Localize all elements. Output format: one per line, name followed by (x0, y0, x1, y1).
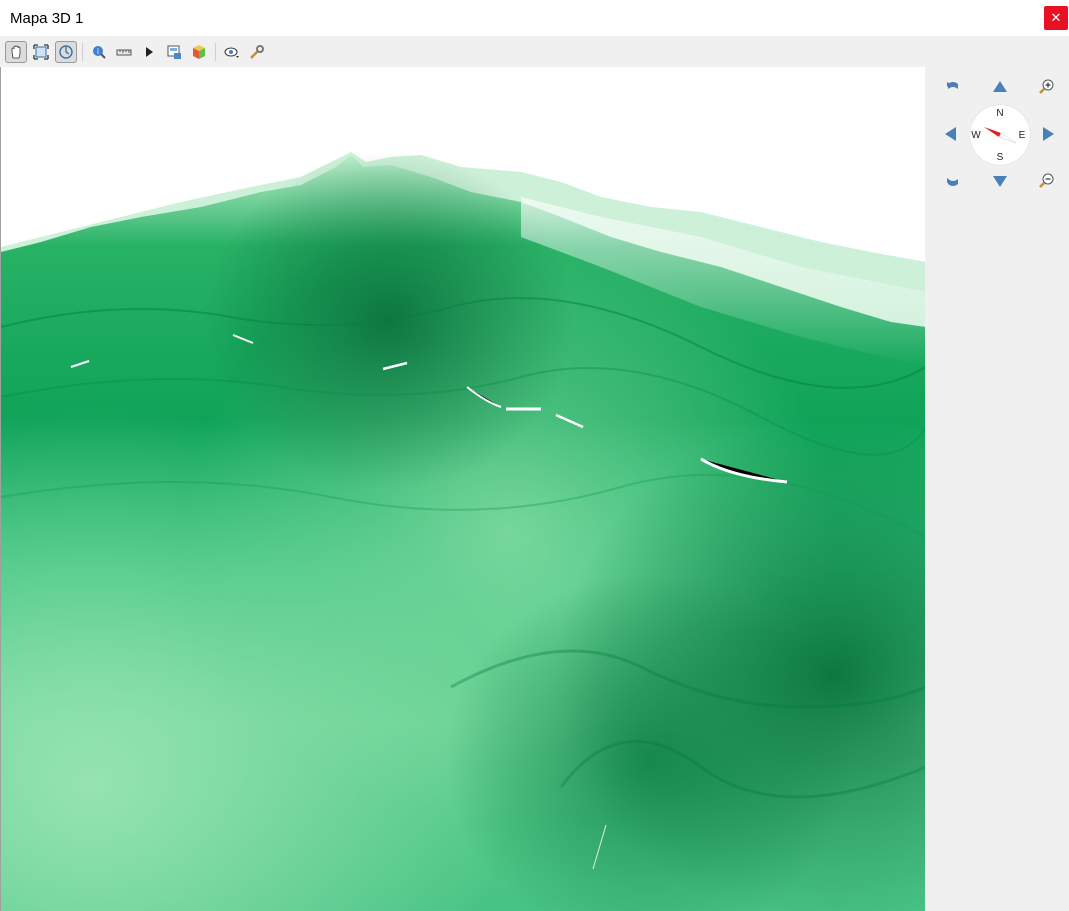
zoom-out-icon (1039, 173, 1054, 188)
move-down-button[interactable] (989, 170, 1011, 192)
compass-needle-icon (984, 127, 1017, 144)
export-image-button[interactable] (163, 41, 185, 63)
view-options-icon (224, 47, 239, 58)
rotate-left-button[interactable] (942, 76, 964, 98)
move-right-button[interactable] (1037, 123, 1059, 145)
toolbar: i (0, 36, 1069, 67)
rotate-left-icon (947, 82, 958, 89)
compass[interactable]: N S E W (970, 105, 1030, 165)
zoom-in-icon (1039, 79, 1054, 94)
window-title: Mapa 3D 1 (10, 9, 84, 27)
move-up-button[interactable] (989, 76, 1011, 98)
export-image-icon (167, 45, 181, 59)
arrow-down-icon (993, 176, 1007, 187)
rotate-right-button[interactable] (942, 170, 964, 192)
animation-play-icon (146, 46, 153, 57)
terrain-render (1, 67, 925, 911)
arrow-up-icon (993, 81, 1007, 92)
arrow-right-icon (1043, 127, 1054, 141)
scene-3d-icon (193, 44, 205, 59)
camera-orbit-icon (59, 44, 73, 59)
settings-button[interactable] (246, 41, 268, 63)
toolbar-separator (82, 42, 83, 61)
close-icon: ✕ (1050, 10, 1062, 25)
svg-text:i: i (97, 47, 99, 56)
title-bar: Mapa 3D 1 ✕ (0, 0, 1069, 36)
pan-hand-icon (11, 45, 21, 58)
identify-icon: i (93, 45, 106, 59)
rotate-right-icon (947, 178, 958, 186)
map-3d-canvas[interactable] (0, 67, 925, 911)
view-options-button[interactable] (221, 41, 243, 63)
measure-icon (116, 49, 132, 55)
measure-button[interactable] (113, 41, 135, 63)
arrow-left-icon (945, 127, 956, 141)
settings-wrench-icon (250, 44, 264, 59)
move-left-button[interactable] (940, 123, 962, 145)
zoom-in-button[interactable] (1036, 76, 1058, 98)
animation-play-button[interactable] (138, 41, 160, 63)
scene-3d-button[interactable] (188, 41, 210, 63)
zoom-full-button[interactable] (30, 41, 52, 63)
navigation-panel: N S E W (925, 67, 1069, 911)
zoom-full-icon (33, 43, 49, 60)
close-button[interactable]: ✕ (1044, 6, 1068, 30)
pan-button[interactable] (5, 40, 27, 63)
camera-orbit-button[interactable] (55, 40, 77, 63)
toolbar-separator (215, 42, 216, 61)
zoom-out-button[interactable] (1036, 170, 1058, 192)
identify-button[interactable]: i (88, 41, 110, 63)
